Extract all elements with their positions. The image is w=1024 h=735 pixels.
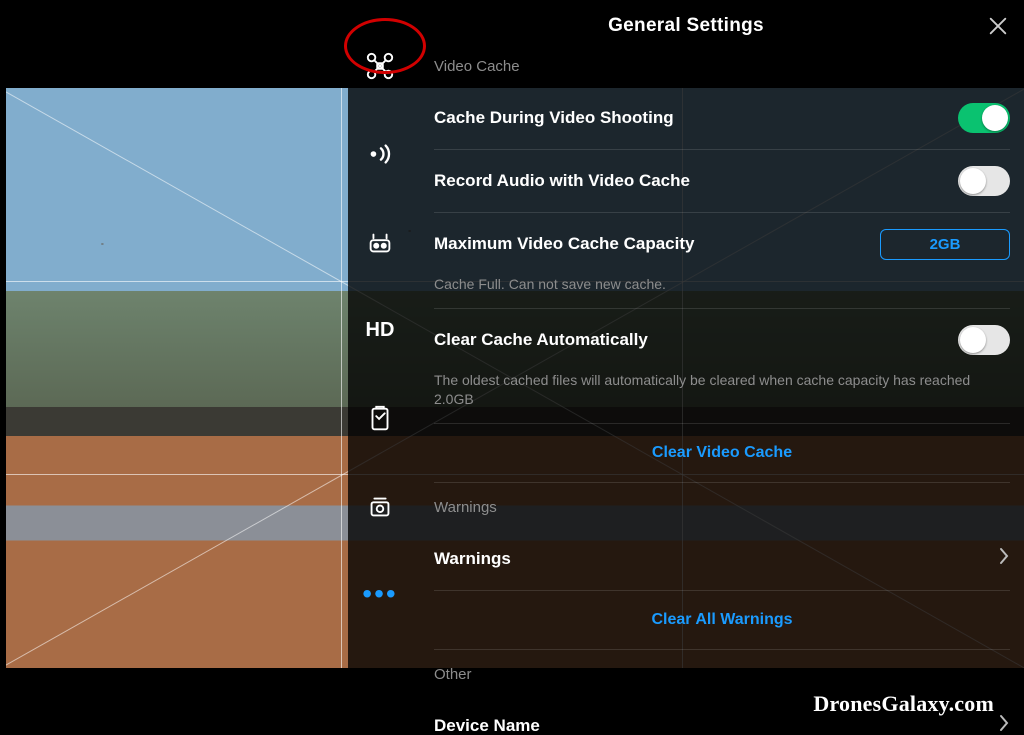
watermark: DronesGalaxy.com — [813, 691, 994, 717]
label-record-audio: Record Audio with Video Cache — [434, 171, 690, 191]
sidebar-gimbal[interactable] — [348, 462, 412, 550]
row-cache-during-shooting: Cache During Video Shooting — [434, 89, 1010, 147]
row-warnings[interactable]: Warnings — [434, 530, 1010, 588]
clear-video-cache-link[interactable]: Clear Video Cache — [652, 444, 792, 462]
label-clear-auto: Clear Cache Automatically — [434, 330, 648, 350]
label-max-capacity: Maximum Video Cache Capacity — [434, 234, 694, 254]
max-capacity-value[interactable]: 2GB — [880, 229, 1010, 260]
note-clear-auto: The oldest cached files will automatical… — [434, 369, 1010, 421]
sidebar-signal[interactable] — [348, 110, 412, 198]
sidebar-hd[interactable]: HD — [348, 286, 412, 374]
row-max-capacity: Maximum Video Cache Capacity 2GB — [434, 215, 1010, 273]
row-clear-all-warnings[interactable]: Clear All Warnings — [434, 593, 1010, 647]
label-device-name: Device Name — [434, 716, 540, 735]
toggle-record-audio[interactable] — [958, 166, 1010, 196]
signal-icon — [365, 139, 395, 169]
sidebar-general[interactable]: ••• — [348, 550, 412, 638]
row-clear-video-cache[interactable]: Clear Video Cache — [434, 426, 1010, 480]
section-warnings: Warnings — [434, 485, 1010, 530]
clipboard-icon — [365, 403, 395, 433]
close-button[interactable] — [984, 12, 1012, 40]
chevron-right-icon — [998, 547, 1010, 570]
chevron-right-icon — [998, 714, 1010, 735]
sidebar-remote[interactable] — [348, 198, 412, 286]
drone-icon — [365, 51, 395, 81]
page-title: General Settings — [608, 15, 764, 37]
remote-controller-icon — [365, 227, 395, 257]
more-icon: ••• — [362, 578, 397, 610]
clear-all-warnings-link[interactable]: Clear All Warnings — [651, 611, 792, 629]
sidebar-aircraft[interactable] — [348, 22, 412, 110]
sidebar-battery[interactable] — [348, 374, 412, 462]
row-clear-auto: Clear Cache Automatically — [434, 311, 1010, 369]
camera-icon — [365, 491, 395, 521]
toggle-clear-auto[interactable] — [958, 325, 1010, 355]
note-cache-full: Cache Full. Can not save new cache. — [434, 273, 1010, 306]
settings-sidebar: HD ••• — [348, 22, 412, 722]
label-cache-during-shooting: Cache During Video Shooting — [434, 108, 674, 128]
section-other: Other — [434, 652, 1010, 697]
settings-content: Video Cache Cache During Video Shooting … — [434, 50, 1010, 730]
grid-line — [341, 88, 342, 668]
hd-icon: HD — [366, 319, 395, 342]
label-warnings: Warnings — [434, 549, 511, 569]
section-video-cache: Video Cache — [434, 50, 1010, 89]
toggle-cache-during-shooting[interactable] — [958, 103, 1010, 133]
row-record-audio: Record Audio with Video Cache — [434, 152, 1010, 210]
close-icon — [987, 15, 1009, 37]
